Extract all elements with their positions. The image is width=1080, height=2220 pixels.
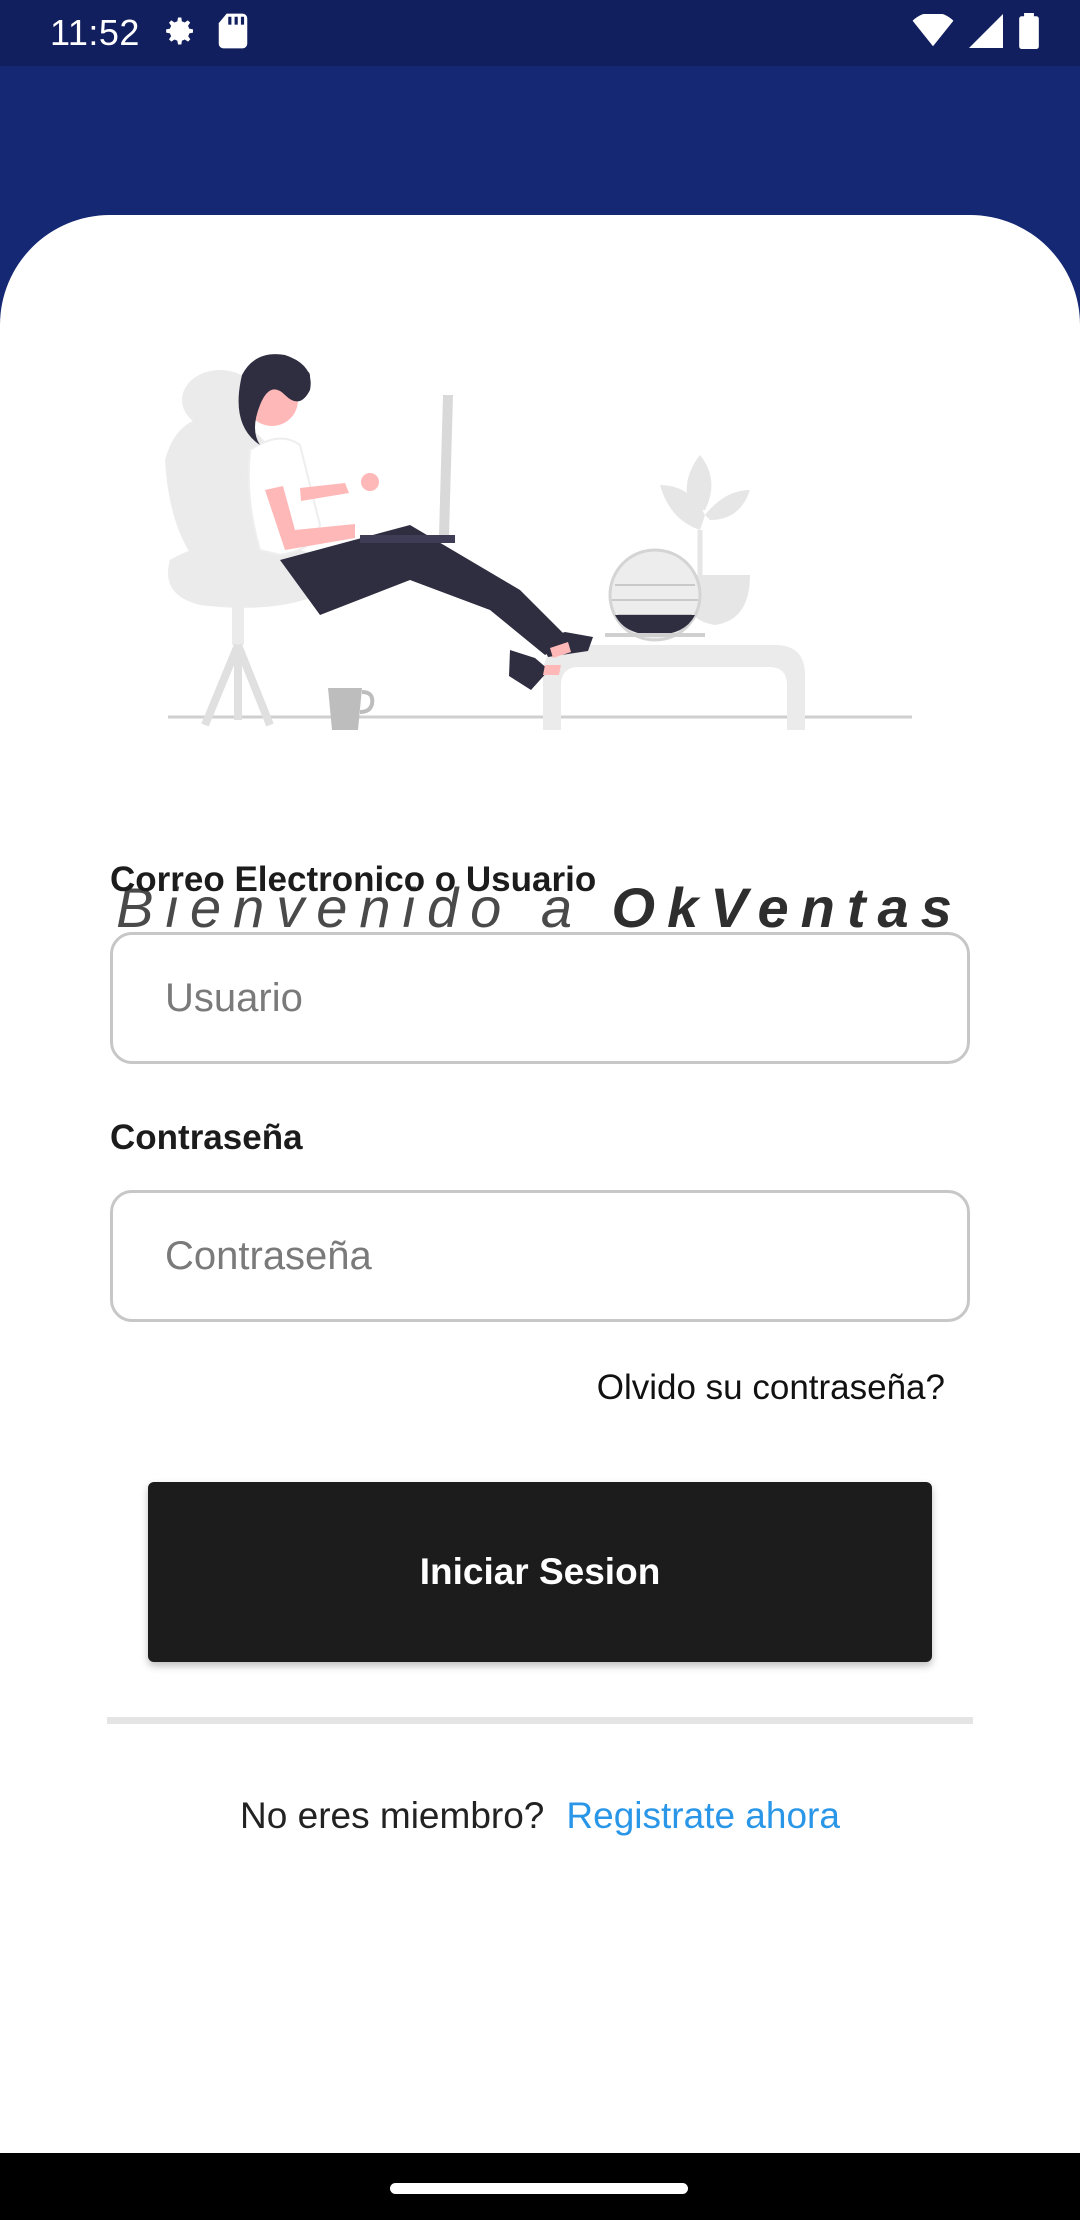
battery-icon xyxy=(1018,12,1040,54)
login-button[interactable]: Iniciar Sesion xyxy=(148,1482,932,1662)
password-input[interactable] xyxy=(110,1190,970,1322)
user-input[interactable] xyxy=(110,932,970,1064)
home-gesture-handle[interactable] xyxy=(390,2183,688,2194)
divider xyxy=(107,1717,973,1724)
status-time: 11:52 xyxy=(50,12,140,53)
forgot-password-link[interactable]: Olvido su contraseña? xyxy=(597,1368,945,1408)
user-field-label: Correo Electronico o Usuario xyxy=(110,860,597,899)
navigation-bar xyxy=(0,2153,1080,2220)
signal-icon xyxy=(968,13,1004,53)
woman-laptop-illustration xyxy=(165,354,912,730)
register-question: No eres miembro? xyxy=(240,1795,545,1836)
register-link[interactable]: Registrate ahora xyxy=(566,1795,840,1836)
login-card: Bienvenido a OkVentas xyxy=(0,215,1080,2155)
register-row: No eres miembro? Registrate ahora xyxy=(0,1795,1080,1837)
sd-card-icon xyxy=(216,12,250,55)
login-screen: 11:52 Bienvenido a OkVentas Correo Elect… xyxy=(0,0,1080,2220)
password-field-label: Contraseña xyxy=(110,1118,303,1157)
wifi-icon xyxy=(912,11,954,53)
status-right xyxy=(912,11,1040,54)
gear-icon xyxy=(158,11,198,56)
status-bar: 11:52 xyxy=(0,0,1080,66)
status-left: 11:52 xyxy=(50,11,250,56)
brand-name: OkVentas xyxy=(611,876,964,939)
